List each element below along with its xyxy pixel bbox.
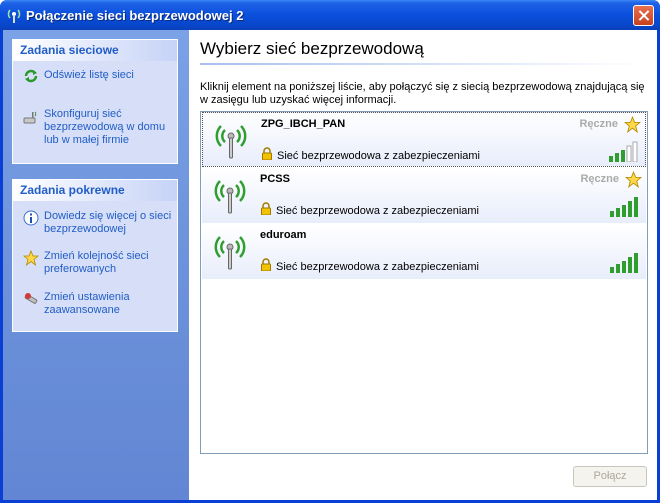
window-title: Połączenie sieci bezprzewodowej 2 (26, 8, 244, 23)
refresh-network-list-label: Odśwież listę sieci (44, 69, 134, 81)
heading-divider (200, 63, 647, 65)
close-button[interactable] (633, 5, 654, 26)
network-connection-mode: Ręczne (580, 173, 619, 185)
network-item-pcss[interactable]: PCSS Ręczne Sieć bezprzewodowa z zabezpi… (202, 168, 646, 223)
network-item-zpg-ibch-pan[interactable]: ZPG_IBCH_PAN Ręczne Sieć bezprzewodowa z… (202, 112, 646, 167)
network-tasks-header: Zadania sieciowe (13, 40, 177, 61)
change-preferred-order-label: Zmień kolejność sieci preferowanych (44, 250, 149, 275)
wireless-setup-icon (23, 111, 37, 124)
change-preferred-order-link[interactable]: Zmień kolejność sieci preferowanych (13, 250, 177, 278)
star-icon (23, 250, 39, 266)
title-bar[interactable]: Połączenie sieci bezprzewodowej 2 (0, 0, 660, 30)
network-security-status: Sieć bezprzewodowa z zabezpieczeniami (276, 205, 479, 217)
wireless-network-icon (214, 180, 246, 214)
learn-wireless-label: Dowiedz się więcej o sieci bezprzewodowe… (44, 210, 172, 235)
lock-icon (261, 202, 271, 215)
wireless-network-icon (214, 236, 246, 270)
wireless-network-icon (7, 9, 21, 23)
network-security-status: Sieć bezprzewodowa z zabezpieczeniami (276, 261, 479, 273)
window-body: Zadania sieciowe Odśwież listę sieci Sko… (3, 30, 657, 500)
wireless-connection-window: Połączenie sieci bezprzewodowej 2 Zadani… (0, 0, 660, 503)
related-tasks-header: Zadania pokrewne (13, 180, 177, 201)
network-list[interactable]: ZPG_IBCH_PAN Ręczne Sieć bezprzewodowa z… (200, 111, 648, 454)
info-icon (23, 210, 39, 226)
setup-wireless-network-label: Skonfiguruj sieć bezprzewodową w domu lu… (44, 108, 166, 146)
setup-wireless-network-link[interactable]: Skonfiguruj sieć bezprzewodową w domu lu… (13, 108, 177, 152)
learn-wireless-link[interactable]: Dowiedz się więcej o sieci bezprzewodowe… (13, 210, 177, 238)
preferred-star-icon (624, 116, 641, 133)
main-content: Wybierz sieć bezprzewodową Kliknij eleme… (189, 30, 657, 500)
signal-strength-icon (609, 141, 638, 162)
preferred-star-icon (625, 171, 642, 188)
network-item-eduroam[interactable]: eduroam Sieć bezprzewodowa z zabezpiecze… (202, 224, 646, 279)
settings-icon (24, 293, 38, 304)
network-security-status: Sieć bezprzewodowa z zabezpieczeniami (277, 150, 480, 162)
change-advanced-settings-label: Zmień ustawienia zaawansowane (44, 291, 130, 316)
lock-icon (261, 258, 271, 271)
related-tasks-panel: Zadania pokrewne Dowiedz się więcej o si… (12, 179, 178, 332)
connect-button[interactable]: Połącz (573, 466, 647, 487)
refresh-icon (24, 69, 38, 83)
network-name: eduroam (260, 229, 307, 241)
signal-strength-icon (610, 197, 638, 217)
network-tasks-panel: Zadania sieciowe Odśwież listę sieci Sko… (12, 39, 178, 164)
change-advanced-settings-link[interactable]: Zmień ustawienia zaawansowane (13, 291, 177, 319)
page-title: Wybierz sieć bezprzewodową (200, 39, 424, 58)
instructions-text: Kliknij element na poniższej liście, aby… (200, 81, 645, 106)
lock-icon (262, 147, 272, 160)
network-connection-mode: Ręczne (579, 118, 618, 130)
wireless-network-icon (215, 125, 247, 159)
network-name: PCSS (260, 173, 290, 185)
network-name: ZPG_IBCH_PAN (261, 118, 346, 130)
task-pane: Zadania sieciowe Odśwież listę sieci Sko… (3, 30, 189, 500)
signal-strength-icon (610, 253, 638, 273)
refresh-network-list-link[interactable]: Odśwież listę sieci (13, 68, 177, 86)
